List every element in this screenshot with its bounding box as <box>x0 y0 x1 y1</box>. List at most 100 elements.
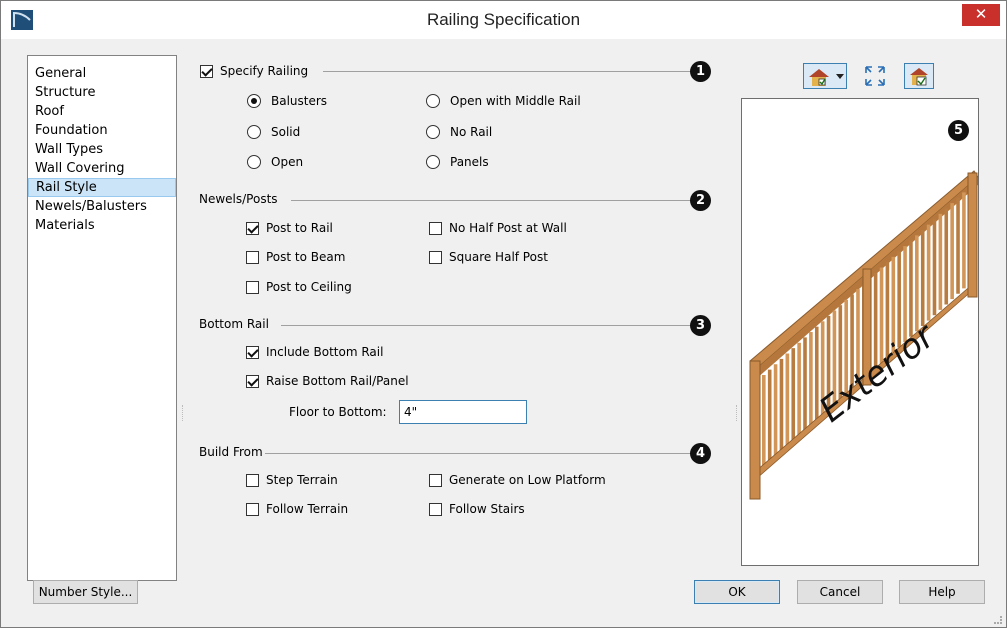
radio-balusters[interactable]: Balusters <box>247 92 327 110</box>
checkbox-box[interactable] <box>246 280 259 294</box>
checkbox-box[interactable] <box>429 221 442 235</box>
splitter-grip[interactable] <box>182 405 184 421</box>
railing-3d-drawing <box>749 170 978 500</box>
view-mode-button[interactable] <box>803 63 847 89</box>
radio-circle[interactable] <box>426 94 440 108</box>
callout-badge-3: 3 <box>690 315 711 336</box>
checkbox-label: Generate on Low Platform <box>449 473 606 487</box>
radio-label: Panels <box>450 155 489 169</box>
raise-bottom-rail-checkbox[interactable]: Raise Bottom Rail/Panel <box>246 372 409 390</box>
post-to-ceiling-checkbox[interactable]: Post to Ceiling <box>246 278 352 296</box>
nav-item-wall-covering[interactable]: Wall Covering <box>28 159 176 178</box>
section-divider <box>291 200 691 201</box>
nav-item-wall-types[interactable]: Wall Types <box>28 140 176 159</box>
no-half-post-checkbox[interactable]: No Half Post at Wall <box>429 219 567 237</box>
nav-item-structure[interactable]: Structure <box>28 83 176 102</box>
checkbox-box[interactable] <box>246 473 259 487</box>
checkbox-box[interactable] <box>246 502 259 516</box>
radio-circle[interactable] <box>426 155 440 169</box>
section-divider <box>281 325 691 326</box>
category-list[interactable]: General Structure Roof Foundation Wall T… <box>27 55 177 581</box>
nav-item-newels-balusters[interactable]: Newels/Balusters <box>28 197 176 216</box>
checkbox-box[interactable] <box>429 502 442 516</box>
baluster <box>803 337 807 434</box>
checkbox-box[interactable] <box>200 64 213 78</box>
checkbox-label: Post to Beam <box>266 250 346 264</box>
baluster <box>779 358 784 455</box>
baluster <box>926 224 931 321</box>
radio-label: Solid <box>271 125 301 139</box>
help-button[interactable]: Help <box>899 580 985 604</box>
baluster <box>791 348 796 445</box>
cancel-button[interactable]: Cancel <box>797 580 883 604</box>
chevron-down-icon <box>836 74 844 79</box>
nav-item-general[interactable]: General <box>28 64 176 83</box>
checkbox-box[interactable] <box>246 345 259 359</box>
floor-to-bottom-label: Floor to Bottom: <box>289 405 387 419</box>
fit-view-icon[interactable] <box>864 65 886 87</box>
window-title: Railing Specification <box>426 10 581 29</box>
radio-circle[interactable] <box>247 125 261 139</box>
nav-item-rail-style[interactable]: Rail Style <box>28 178 176 197</box>
checkbox-label: Include Bottom Rail <box>266 345 384 359</box>
square-half-post-checkbox[interactable]: Square Half Post <box>429 248 548 266</box>
radio-label: Open with Middle Rail <box>450 94 581 108</box>
close-button[interactable]: ✕ <box>962 4 1000 26</box>
radio-no-rail[interactable]: No Rail <box>426 123 492 141</box>
nav-item-materials[interactable]: Materials <box>28 216 176 235</box>
splitter-grip[interactable] <box>736 405 738 421</box>
section-title-build-from: Build From <box>199 445 263 459</box>
baluster <box>962 192 966 289</box>
baluster <box>773 364 778 461</box>
nav-item-foundation[interactable]: Foundation <box>28 121 176 140</box>
floor-to-bottom-input[interactable]: 4" <box>399 400 527 424</box>
callout-badge-4: 4 <box>690 443 711 464</box>
radio-panels[interactable]: Panels <box>426 153 489 171</box>
include-bottom-rail-checkbox[interactable]: Include Bottom Rail <box>246 343 383 361</box>
checkbox-box[interactable] <box>429 250 442 264</box>
follow-stairs-checkbox[interactable]: Follow Stairs <box>429 500 525 518</box>
radio-label: No Rail <box>450 125 493 139</box>
checkbox-label: Raise Bottom Rail/Panel <box>266 374 409 388</box>
checkbox-label: No Half Post at Wall <box>449 221 567 235</box>
specify-railing-checkbox[interactable]: Specify Railing <box>200 62 308 80</box>
resize-grip[interactable] <box>994 616 1002 624</box>
checkbox-label: Post to Ceiling <box>266 280 352 294</box>
baluster <box>767 369 772 466</box>
view-mode-icon <box>809 69 829 86</box>
radio-label: Open <box>271 155 304 169</box>
post-to-beam-checkbox[interactable]: Post to Beam <box>246 248 345 266</box>
checkbox-box[interactable] <box>429 473 442 487</box>
baluster <box>762 375 766 471</box>
ok-button[interactable]: OK <box>694 580 780 604</box>
baluster <box>944 208 949 305</box>
baluster <box>920 229 925 326</box>
lock-view-icon <box>910 68 928 86</box>
radio-circle[interactable] <box>426 125 440 139</box>
baluster <box>950 203 954 300</box>
radio-circle[interactable] <box>247 155 261 169</box>
follow-terrain-checkbox[interactable]: Follow Terrain <box>246 500 348 518</box>
checkbox-box[interactable] <box>246 374 259 388</box>
section-title-bottom-rail: Bottom Rail <box>199 317 269 331</box>
step-terrain-checkbox[interactable]: Step Terrain <box>246 471 338 489</box>
lock-view-button[interactable] <box>904 63 934 89</box>
railing-preview[interactable]: 5 Exterior <box>741 98 979 566</box>
section-title-newels-posts: Newels/Posts <box>199 192 278 206</box>
radio-open-with-middle-rail[interactable]: Open with Middle Rail <box>426 92 581 110</box>
callout-badge-2: 2 <box>690 190 711 211</box>
title-bar[interactable]: Railing Specification ✕ <box>1 1 1006 39</box>
checkbox-box[interactable] <box>246 221 259 235</box>
generate-low-platform-checkbox[interactable]: Generate on Low Platform <box>429 471 606 489</box>
nav-item-roof[interactable]: Roof <box>28 102 176 121</box>
checkbox-label: Step Terrain <box>266 473 338 487</box>
baluster <box>938 213 943 310</box>
radio-solid[interactable]: Solid <box>247 123 300 141</box>
number-style-button[interactable]: Number Style... <box>33 580 138 604</box>
radio-open[interactable]: Open <box>247 153 303 171</box>
checkbox-box[interactable] <box>246 250 259 264</box>
callout-badge-1: 1 <box>690 61 711 82</box>
post-to-rail-checkbox[interactable]: Post to Rail <box>246 219 333 237</box>
radio-circle[interactable] <box>247 94 261 108</box>
baluster <box>814 326 819 423</box>
